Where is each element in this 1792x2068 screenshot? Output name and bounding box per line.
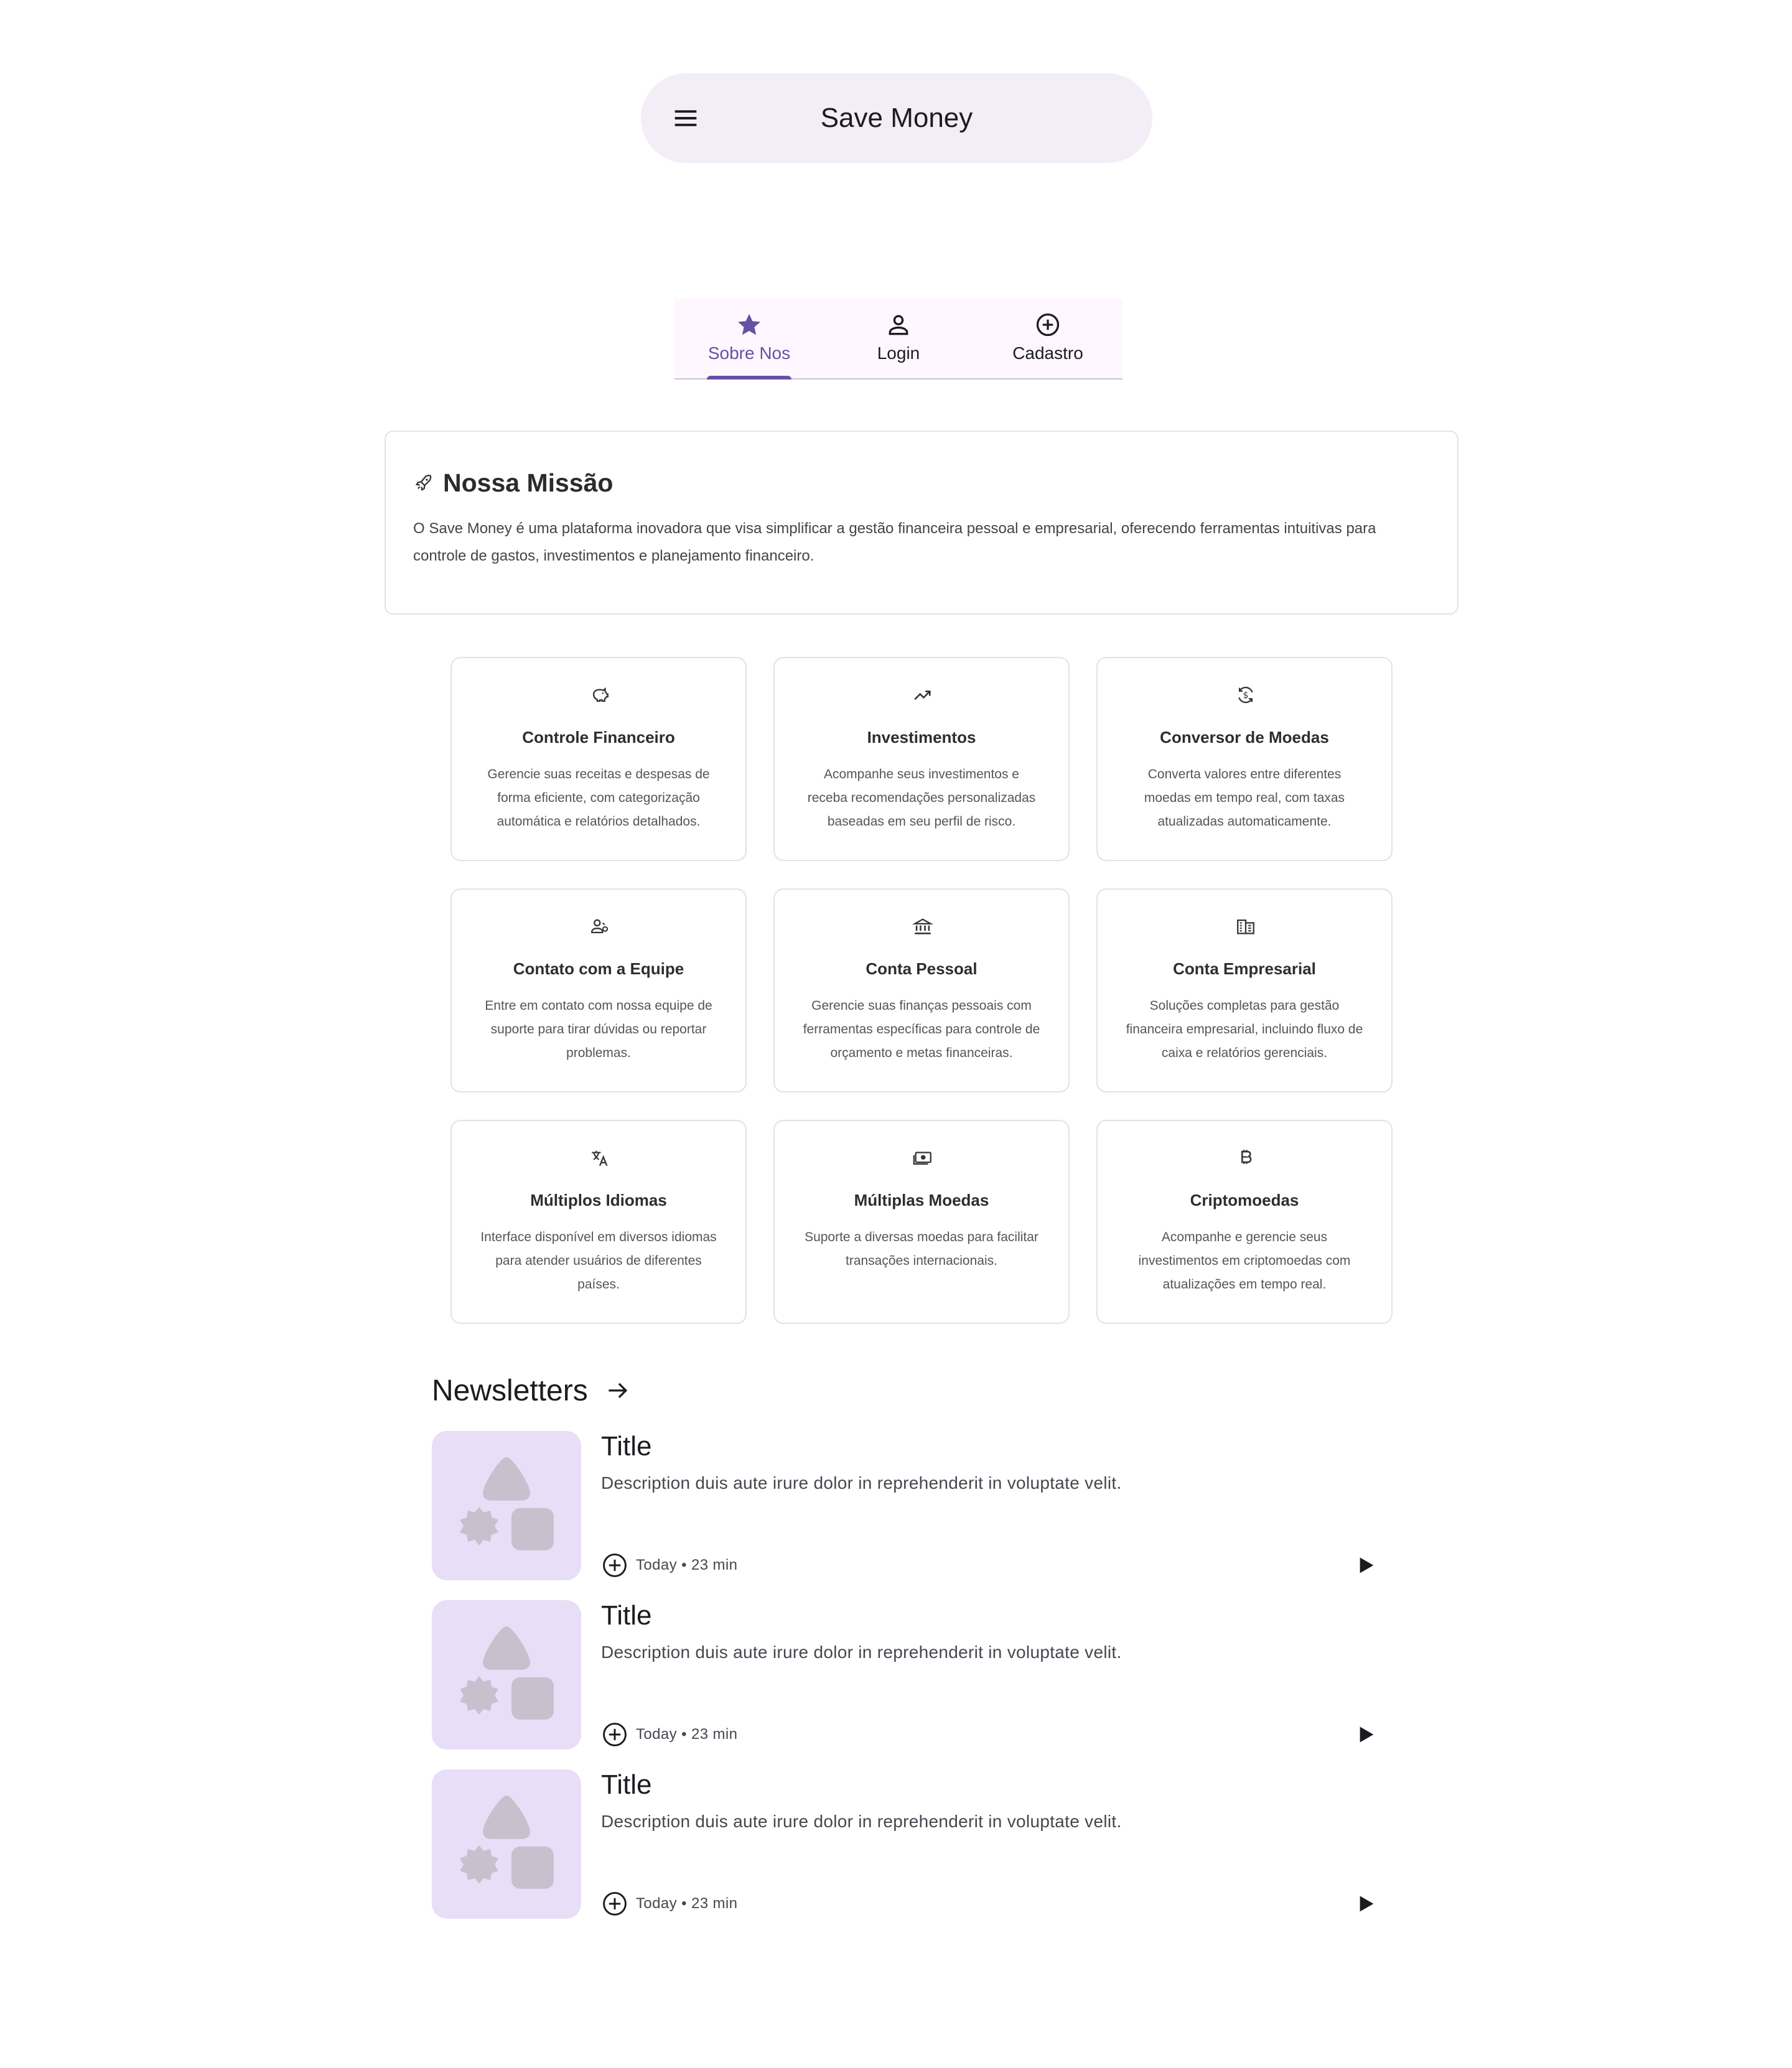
person-icon [885, 311, 912, 338]
feature-description: Interface disponível em diversos idiomas… [480, 1230, 717, 1292]
feature-description: Entre em contato com nossa equipe de sup… [485, 999, 712, 1060]
feature-title: Contato com a Equipe [513, 959, 684, 978]
feature-title: Múltiplas Moedas [854, 1191, 989, 1209]
feature-title: Conta Pessoal [866, 959, 978, 978]
feature-description: Acompanhe seus investimentos e receba re… [807, 767, 1036, 829]
piggy-bank-icon [589, 684, 610, 706]
feature-description: Suporte a diversas moedas para facilitar… [805, 1230, 1038, 1268]
top-app-bar: Save Money [641, 73, 1152, 163]
play-icon[interactable] [1353, 1891, 1378, 1916]
add-circle-icon [1034, 311, 1062, 338]
arrow-forward-icon[interactable] [604, 1377, 632, 1404]
active-tab-indicator [707, 376, 791, 380]
mission-card: Nossa Missão O Save Money é uma platafor… [385, 431, 1458, 615]
feature-description: Acompanhe e gerencie seus investimentos … [1138, 1230, 1351, 1292]
feature-title: Criptomoedas [1190, 1191, 1299, 1209]
play-icon[interactable] [1353, 1553, 1378, 1578]
add-circle-icon[interactable] [601, 1890, 628, 1917]
feature-card-criptomoedas: Criptomoedas Acompanhe e gerencie seus i… [1096, 1120, 1393, 1324]
newsletter-meta: Today • 23 min [636, 1557, 738, 1573]
feature-card-conversor-de-moedas: $ Conversor de Moedas Converta valores e… [1096, 657, 1393, 861]
mission-header: Nossa Missão [413, 465, 613, 500]
tab-label: Sobre Nos [707, 343, 791, 363]
thumbnail-placeholder-image [432, 1600, 581, 1749]
thumbnail-placeholder-image [432, 1431, 581, 1580]
newsletter-title: Title [601, 1769, 652, 1800]
play-icon[interactable] [1353, 1722, 1378, 1747]
newsletter-item[interactable]: Title Description duis aute irure dolor … [432, 1600, 1378, 1749]
newsletters-title: Newsletters [432, 1374, 588, 1407]
newsletter-item[interactable]: Title Description duis aute irure dolor … [432, 1431, 1378, 1580]
feature-card-controle-financeiro: Controle Financeiro Gerencie suas receit… [450, 657, 747, 861]
tab-login[interactable]: Login [824, 299, 973, 378]
newsletter-description: Description duis aute irure dolor in rep… [601, 1473, 1122, 1493]
thumbnail-placeholder-image [432, 1769, 581, 1919]
feature-card-multiplas-moedas: Múltiplas Moedas Suporte a diversas moed… [773, 1120, 1070, 1324]
tab-label: Login [877, 343, 920, 363]
feature-card-investimentos: Investimentos Acompanhe seus investiment… [773, 657, 1070, 861]
money-icon [912, 1147, 933, 1168]
translate-icon [589, 1147, 610, 1168]
add-circle-icon[interactable] [601, 1552, 628, 1579]
feature-title: Conversor de Moedas [1160, 728, 1329, 747]
svg-text:$: $ [1243, 691, 1248, 701]
feature-description: Converta valores entre diferentes moedas… [1144, 767, 1345, 829]
feature-title: Conta Empresarial [1173, 959, 1316, 978]
feature-card-multiplos-idiomas: Múltiplos Idiomas Interface disponível e… [450, 1120, 747, 1324]
newsletter-description: Description duis aute irure dolor in rep… [601, 1812, 1122, 1831]
newsletter-title: Title [601, 1431, 652, 1461]
feature-title: Investimentos [867, 728, 976, 747]
feature-card-conta-empresarial: Conta Empresarial Soluções completas par… [1096, 888, 1393, 1092]
app-title: Save Money [820, 103, 973, 133]
tab-cadastro[interactable]: Cadastro [973, 299, 1122, 378]
newsletters-header: Newsletters [432, 1369, 632, 1412]
feature-title: Múltiplos Idiomas [530, 1191, 667, 1209]
newsletter-item[interactable]: Title Description duis aute irure dolor … [432, 1769, 1378, 1919]
feature-description: Gerencie suas finanças pessoais com ferr… [803, 999, 1040, 1060]
currency-exchange-icon: $ [1235, 684, 1256, 706]
mission-title: Nossa Missão [443, 468, 614, 497]
newsletter-meta: Today • 23 min [636, 1726, 738, 1743]
tab-label: Cadastro [1012, 343, 1083, 363]
rocket-icon [413, 472, 434, 493]
newsletter-meta: Today • 23 min [636, 1895, 738, 1912]
tab-sobre-nos[interactable]: Sobre Nos [674, 299, 824, 380]
star-icon [735, 311, 763, 338]
newsletter-description: Description duis aute irure dolor in rep… [601, 1642, 1122, 1662]
feature-title: Controle Financeiro [522, 728, 675, 747]
mission-text: O Save Money é uma plataforma inovadora … [413, 520, 1376, 564]
newsletter-title: Title [601, 1600, 652, 1631]
bitcoin-icon [1235, 1147, 1256, 1168]
trending-up-icon [912, 684, 933, 706]
support-agent-icon [589, 916, 610, 937]
feature-card-contato-com-a-equipe: Contato com a Equipe Entre em contato co… [450, 888, 747, 1092]
tab-bar: Sobre Nos Login Cadastro [674, 299, 1122, 380]
business-icon [1235, 916, 1256, 937]
feature-description: Gerencie suas receitas e despesas de for… [487, 767, 710, 829]
feature-card-conta-pessoal: Conta Pessoal Gerencie suas finanças pes… [773, 888, 1070, 1092]
bank-icon [912, 916, 934, 937]
add-circle-icon[interactable] [601, 1721, 628, 1748]
feature-description: Soluções completas para gestão financeir… [1126, 999, 1363, 1060]
